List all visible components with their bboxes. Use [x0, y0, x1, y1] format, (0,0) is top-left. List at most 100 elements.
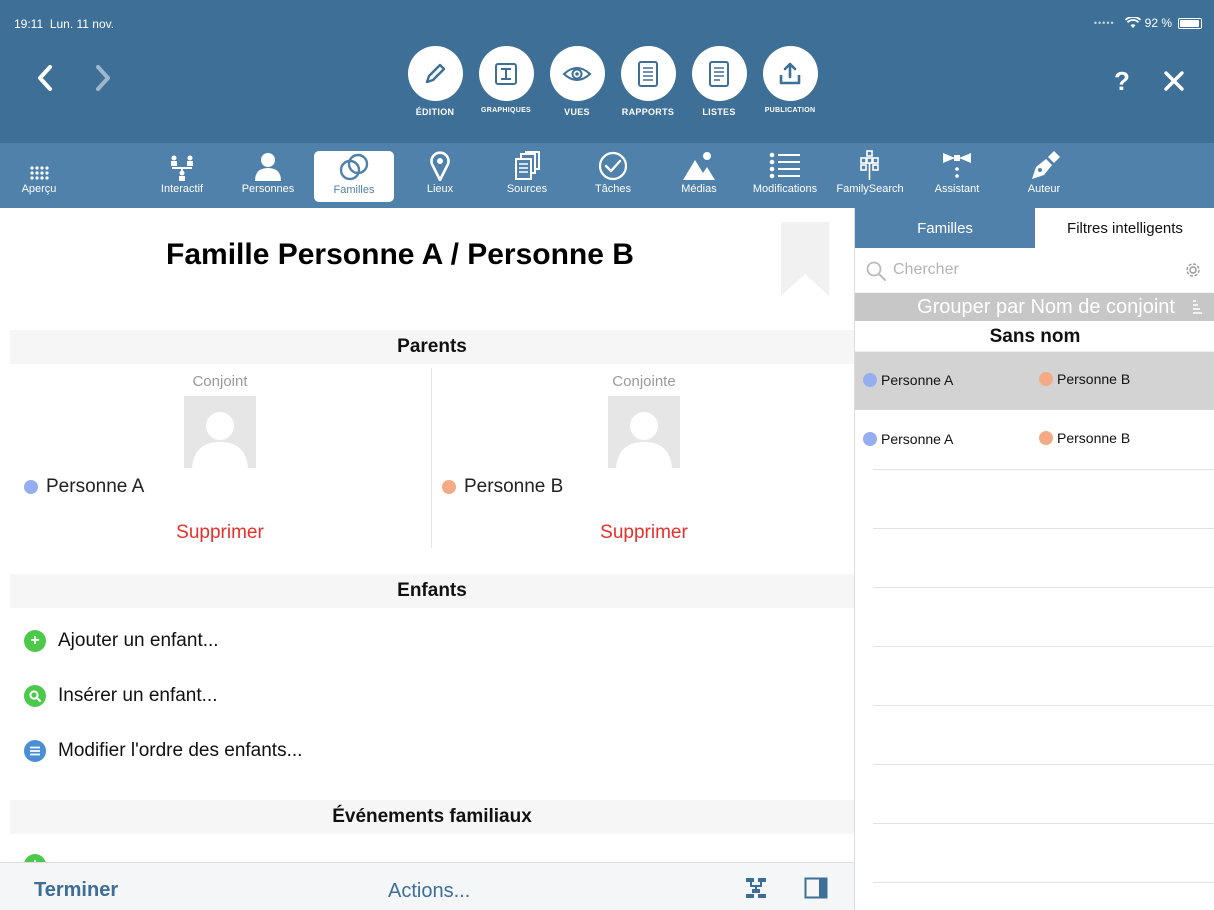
tree-view-button[interactable] [744, 877, 768, 904]
avatar[interactable] [608, 396, 680, 468]
mode-label: VUES [564, 107, 590, 117]
reorder-children-button[interactable]: Modifier l'ordre des enfants... [24, 740, 302, 762]
person-name[interactable]: Personne B [442, 476, 563, 498]
female-indicator-icon [1039, 431, 1053, 445]
status-bar: 19:11 Lun. 11 nov. ••••• 92 % [0, 0, 1214, 31]
list-icon [769, 152, 800, 179]
tool-label: Sources [506, 183, 548, 195]
pen-icon [1032, 151, 1060, 179]
tool-assistant[interactable]: Assistant [926, 143, 988, 208]
tool-sources[interactable]: Sources [500, 143, 554, 208]
mode-label: GRAPHIQUES [480, 107, 532, 114]
gear-icon[interactable] [1183, 260, 1203, 280]
tool-personnes[interactable]: Personnes [236, 143, 300, 208]
group-header: Sans nom [855, 322, 1214, 352]
column-divider [431, 368, 432, 548]
bookmark-icon[interactable] [781, 222, 829, 296]
list-divider [873, 705, 1214, 706]
tool-taches[interactable]: Tâches [588, 143, 638, 208]
list-divider [873, 646, 1214, 647]
tab-familles[interactable]: Familles [855, 208, 1035, 248]
delete-button[interactable]: Supprimer [434, 522, 854, 544]
family-edit-panel: Famille Personne A / Personne B Parents … [0, 208, 854, 862]
search-bar [855, 248, 1214, 293]
add-child-button[interactable]: + Ajouter un enfant... [24, 630, 219, 652]
insert-child-button[interactable]: Insérer un enfant... [24, 685, 218, 707]
toggle-sidebar-button[interactable] [804, 877, 828, 904]
tree-view-icon [746, 878, 766, 898]
avatar[interactable] [184, 396, 256, 468]
forward-button[interactable] [94, 64, 112, 100]
page-title: Famille Personne A / Personne B [166, 238, 634, 271]
section-toolbar: Aperçu Interactif Personnes Familles Lie… [0, 143, 1214, 208]
tool-label: Aperçu [21, 183, 57, 195]
tool-medias[interactable]: Médias [674, 143, 724, 208]
pencil-icon [425, 63, 446, 83]
person-name-text: Personne A [881, 431, 954, 447]
help-button[interactable]: ? [1114, 66, 1130, 97]
tab-filtres-intelligents[interactable]: Filtres intelligents [1035, 208, 1214, 248]
mode-listes[interactable]: LISTES [690, 46, 748, 117]
sidebar-tabs: Familles Filtres intelligents [855, 208, 1214, 248]
tool-label: Médias [681, 183, 717, 195]
tool-interactif[interactable]: Interactif [152, 143, 212, 208]
status-indicators: ••••• 92 % [1094, 16, 1202, 30]
list-person: Personne B [1039, 371, 1130, 387]
check-icon [598, 151, 628, 181]
person-name-text: Personne A [881, 372, 954, 388]
top-header: 19:11 Lun. 11 nov. ••••• 92 % ÉDITION GR… [0, 0, 1214, 143]
document-icon [638, 60, 658, 87]
section-header-events: Événements familiaux [10, 800, 854, 834]
list-person: Personne A [863, 431, 953, 447]
group-by-label: Grouper par Nom de conjoint [917, 296, 1175, 318]
delete-button[interactable]: Supprimer [10, 522, 430, 544]
mode-label: RAPPORTS [621, 107, 675, 117]
parent-conjointe: Conjointe Personne B Supprimer [434, 366, 854, 556]
tool-lieux[interactable]: Lieux [418, 143, 462, 208]
tool-familysearch[interactable]: FamilySearch [829, 143, 911, 208]
plus-circle-icon[interactable]: + [24, 854, 46, 862]
person-name-text: Personne A [46, 476, 145, 497]
search-input[interactable] [893, 258, 1173, 282]
tool-label: Personnes [241, 183, 295, 195]
person-name-text: Personne B [1057, 371, 1131, 387]
mode-edition[interactable]: ÉDITION [406, 46, 464, 117]
female-indicator-icon [442, 480, 456, 494]
mode-rapports[interactable]: RAPPORTS [619, 46, 677, 117]
familysearch-icon [860, 150, 879, 180]
tool-modifications[interactable]: Modifications [745, 143, 825, 208]
close-icon [1164, 71, 1184, 91]
mode-vues[interactable]: VUES [548, 46, 606, 117]
list-divider [873, 587, 1214, 588]
finish-button[interactable]: Terminer [34, 879, 118, 902]
close-button[interactable] [1163, 60, 1185, 101]
section-header-children: Enfants [10, 574, 854, 608]
tool-familles[interactable]: Familles [314, 151, 394, 202]
group-by-bar[interactable]: Grouper par Nom de conjoint [855, 293, 1214, 321]
person-name-text: Personne B [1057, 430, 1131, 446]
chevron-right-icon [96, 65, 110, 91]
sources-icon [515, 151, 540, 180]
person-name[interactable]: Personne A [24, 476, 144, 498]
media-icon [683, 152, 715, 180]
search-circle-icon [24, 685, 46, 707]
actions-button[interactable]: Actions... [388, 880, 470, 903]
list-item[interactable]: Personne A Personne B [855, 352, 1214, 410]
tool-label: Modifications [752, 183, 818, 195]
mode-publication[interactable]: PUBLICATION [761, 46, 819, 117]
person-name-text: Personne B [464, 476, 564, 497]
tool-apercu[interactable]: Aperçu [14, 143, 64, 208]
back-button[interactable] [36, 64, 54, 100]
avatar-placeholder-icon [192, 412, 248, 468]
mode-switcher: ÉDITION GRAPHIQUES VUES RAPPORTS LISTES … [406, 46, 819, 117]
families-sidebar: Familles Filtres intelligents Grouper pa… [854, 208, 1214, 910]
mode-graphiques[interactable]: GRAPHIQUES [477, 46, 535, 117]
chart-icon [495, 62, 517, 85]
pin-icon [430, 151, 450, 181]
rings-icon [339, 153, 369, 181]
male-indicator-icon [863, 373, 877, 387]
tool-auteur[interactable]: Auteur [1020, 143, 1068, 208]
reorder-circle-icon [24, 740, 46, 762]
person-icon [255, 153, 281, 181]
list-item[interactable]: Personne A Personne B [855, 411, 1214, 469]
